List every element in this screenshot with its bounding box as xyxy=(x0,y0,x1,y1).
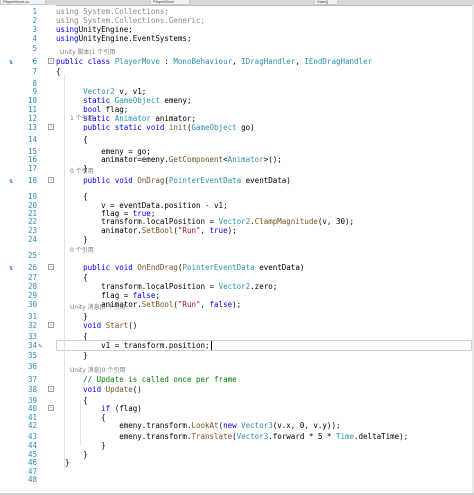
collapse-region-icon[interactable]: - xyxy=(48,386,54,392)
code-token: eventData) xyxy=(254,263,305,272)
line-number: 30 xyxy=(27,300,37,309)
code-token: SetBool xyxy=(141,300,174,309)
collapse-region-icon[interactable]: - xyxy=(48,177,54,183)
code-token: LookAt xyxy=(191,421,219,430)
line-number: 25 xyxy=(27,251,37,260)
line-number: 24 xyxy=(27,235,37,244)
code-text: public void OnDrag(PointerEventData even… xyxy=(56,175,291,187)
code-token: PointerEventData xyxy=(182,263,255,272)
code-token: public void xyxy=(83,263,138,272)
codelens-references[interactable]: Unity 消息|0 个引用 xyxy=(70,367,125,375)
member-nav-dropdown[interactable]: Start() xyxy=(314,0,338,5)
code-token: false xyxy=(209,300,233,309)
code-token: , xyxy=(295,57,305,66)
code-token: OnDrag xyxy=(137,176,165,185)
line-number: 7 xyxy=(32,67,37,76)
code-token: void xyxy=(83,385,106,394)
code-token: Vector3 xyxy=(241,421,273,430)
code-text: public static void init(GameObject go) xyxy=(56,122,255,134)
code-token: } xyxy=(56,235,88,244)
line-number: 48 xyxy=(27,475,37,484)
code-line[interactable]: 14 { xyxy=(0,134,474,146)
implements-interface-icon[interactable]: ⇅ xyxy=(9,177,16,185)
codelens-references[interactable]: 0 个引用 xyxy=(70,168,94,176)
code-token: (v.x, 0, v.y)); xyxy=(272,421,341,430)
code-token: OnEndDrag xyxy=(137,263,178,272)
line-number: 13 xyxy=(27,123,37,132)
code-token: GameObject xyxy=(191,123,237,132)
code-token: init xyxy=(168,123,187,132)
code-token: // Update is called once per frame xyxy=(83,375,237,384)
code-text: { xyxy=(56,134,88,146)
code-token: : xyxy=(159,57,174,66)
code-token: , xyxy=(232,57,242,66)
codelens-references[interactable]: 1 个引用 xyxy=(70,115,94,123)
code-token: UnityEngine.EventSystems; xyxy=(78,34,192,43)
code-token: Update xyxy=(105,385,133,394)
code-token: void xyxy=(83,321,106,330)
code-token: public void xyxy=(83,176,138,185)
codelens-references[interactable]: Unity 消息|0 个引用 xyxy=(70,304,125,312)
indent-guide xyxy=(64,75,65,470)
collapse-region-icon[interactable]: - xyxy=(48,322,54,328)
code-token: IEndDragHandler xyxy=(304,57,373,66)
code-token: () xyxy=(128,321,138,330)
collapse-region-icon[interactable]: - xyxy=(48,264,54,270)
code-token: } xyxy=(56,351,88,360)
code-line[interactable]: 7{ xyxy=(0,66,474,78)
code-token: , xyxy=(200,300,210,309)
code-token: v1 = transform.position; xyxy=(56,341,210,350)
code-token: () xyxy=(132,385,142,394)
code-token: go) xyxy=(236,123,255,132)
code-line[interactable]: 48 xyxy=(0,474,474,486)
collapse-region-icon[interactable]: - xyxy=(48,58,54,64)
code-token: { xyxy=(56,135,88,144)
line-number: 36 xyxy=(27,362,37,371)
code-token: new xyxy=(223,421,242,430)
code-token: PointerEventData xyxy=(168,176,242,185)
text-caret xyxy=(210,341,212,350)
implements-interface-icon[interactable]: ⇅ xyxy=(9,264,16,272)
line-number: 5 xyxy=(32,44,37,53)
code-token: public static void xyxy=(83,123,169,132)
code-token: using xyxy=(56,34,79,43)
collapse-region-icon[interactable]: - xyxy=(48,124,54,130)
code-text: } xyxy=(56,234,88,246)
code-text: { xyxy=(56,66,61,78)
codelens-references[interactable]: Unity 脚本|1 个引用 xyxy=(60,49,115,57)
code-token: ); xyxy=(232,300,242,309)
class-nav-dropdown[interactable]: PlayerMove xyxy=(150,0,190,5)
code-token: Start xyxy=(105,321,129,330)
collapse-region-icon[interactable]: - xyxy=(48,405,54,411)
line-number: 14 xyxy=(27,135,37,144)
code-token: IDragHandler xyxy=(241,57,296,66)
code-line[interactable]: 18 ⇅ - public void OnDrag(PointerEventData… xyxy=(0,175,474,187)
code-token: emeny.transform. xyxy=(56,421,192,430)
code-token: { xyxy=(56,67,61,76)
code-line[interactable]: 24 } xyxy=(0,234,474,246)
code-token: eventData) xyxy=(241,176,291,185)
code-token: "Run" xyxy=(177,300,201,309)
line-number: 17 xyxy=(27,164,37,173)
line-number: 18 xyxy=(27,176,37,185)
codelens-references[interactable]: 0 个引用 xyxy=(70,247,94,255)
indent-guide xyxy=(80,400,81,445)
code-token: public class xyxy=(56,57,115,66)
implements-interface-icon[interactable]: ⇅ xyxy=(9,58,16,66)
code-token: PlayerMove xyxy=(114,57,160,66)
code-line[interactable]: 13 - public static void init(GameObject g… xyxy=(0,122,474,134)
code-token: MonoBehaviour xyxy=(173,57,233,66)
